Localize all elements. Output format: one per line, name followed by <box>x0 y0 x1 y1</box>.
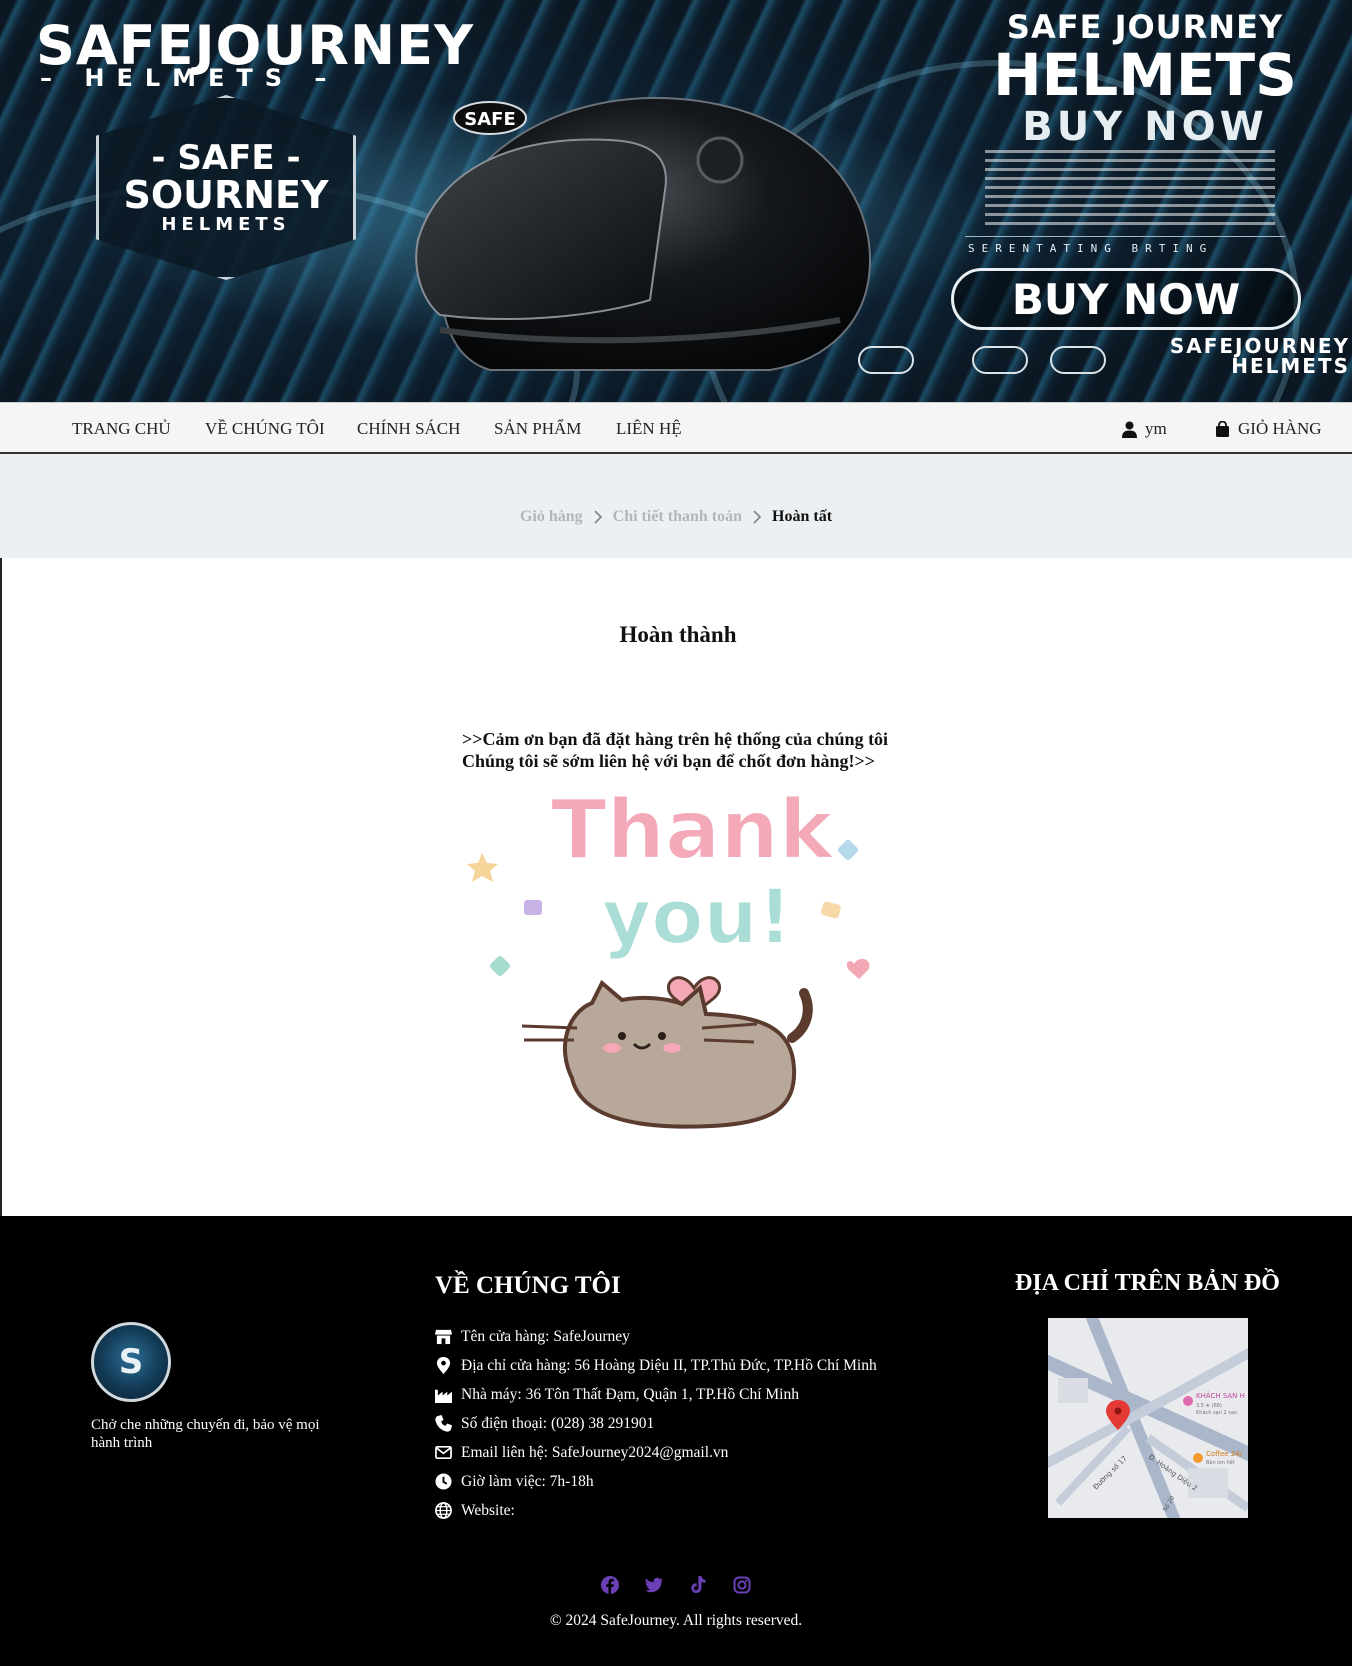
factory-icon <box>435 1389 452 1403</box>
about-text: Website: <box>461 1501 515 1519</box>
about-email: Email liên hệ: SafeJourney2024@gmail.vn <box>435 1438 877 1467</box>
about-text: Giờ làm việc: 7h-18h <box>461 1472 594 1490</box>
globe-icon <box>435 1502 452 1519</box>
about-text: Địa chỉ cửa hàng: 56 Hoàng Diệu II, TP.T… <box>461 1356 877 1374</box>
about-text: Số điện thoại: (028) 38 291901 <box>461 1414 655 1432</box>
banner-icon-pill <box>972 346 1028 374</box>
chevron-right-icon <box>594 510 602 524</box>
nav-item-products[interactable]: SẢN PHẨM <box>494 419 581 439</box>
envelope-icon <box>435 1445 452 1460</box>
thank-you-message-line-1: >>Cảm ơn bạn đã đặt hàng trên hệ thống c… <box>462 729 889 749</box>
breadcrumb-step-complete: Hoàn tất <box>772 508 833 525</box>
copyright-text: © 2024 SafeJourney. All rights reserved. <box>549 1612 803 1629</box>
banner-bottom-brand-line-2: HELMETS <box>1231 354 1350 378</box>
order-complete-section: Hoàn thành >>Cảm ơn bạn đã đặt hàng trên… <box>0 558 1352 1216</box>
footer-about-list: Tên cửa hàng: SafeJourney Địa chỉ cửa hà… <box>435 1322 877 1525</box>
footer-about-title: VỀ CHÚNG TÔI <box>435 1272 621 1299</box>
map-label-coffee-sub: Bàn ion hết <box>1206 1459 1235 1466</box>
user-account-link[interactable]: ym <box>1122 419 1167 439</box>
breadcrumb-step-cart[interactable]: Giỏ hàng <box>520 508 583 526</box>
banner-icon-pill <box>1050 346 1106 374</box>
map-label-hotel-sub: Khách sạn 2 sao <box>1196 1409 1237 1416</box>
banner-brand-subtitle-text: HELMETS <box>84 64 295 92</box>
cart-label: GIỎ HÀNG <box>1238 419 1322 438</box>
about-website: Website: <box>435 1496 877 1525</box>
thank-you-message-line-2: Chúng tôi sẽ sớm liên hệ với bạn để chốt… <box>462 751 875 771</box>
hero-banner[interactable]: SAFEJOURNEY – HELMETS – - SAFE - SOURNEY… <box>0 0 1352 402</box>
user-icon <box>1122 421 1137 438</box>
badge-line-3: HELMETS <box>161 214 291 235</box>
main-nav: TRANG CHỦ VỀ CHÚNG TÔI CHÍNH SÁCH SẢN PH… <box>0 402 1352 454</box>
twitter-icon[interactable] <box>645 1576 663 1594</box>
social-links <box>0 1576 1352 1594</box>
map-label-hotel-rating: 3.5 ★ (68) <box>1196 1403 1222 1409</box>
user-name: ym <box>1145 419 1167 438</box>
about-text: Tên cửa hàng: SafeJourney <box>461 1327 630 1345</box>
breadcrumb: Giỏ hàng Chi tiết thanh toán Hoàn tất <box>0 508 1352 526</box>
banner-bottom-brand-line-1: SAFEJOURNEY <box>1169 334 1350 358</box>
helmet-image: SAFE <box>415 96 872 371</box>
facebook-icon[interactable] <box>601 1576 619 1594</box>
thank-you-message: >>Cảm ơn bạn đã đặt hàng trên hệ thống c… <box>462 728 888 772</box>
site-footer: S Chở che những chuyến đi, bảo vệ mọi hà… <box>0 1216 1352 1666</box>
nav-item-home[interactable]: TRANG CHỦ <box>72 419 171 439</box>
location-pin-icon <box>436 1357 451 1374</box>
banner-bottom-brand: SAFEJOURNEY HELMETS <box>1150 336 1350 376</box>
nav-item-contact[interactable]: LIÊN HỆ <box>616 419 682 439</box>
breadcrumb-step-payment[interactable]: Chi tiết thanh toán <box>613 508 742 526</box>
banner-right-line-2: HELMETS <box>993 41 1297 109</box>
about-store-name: Tên cửa hàng: SafeJourney <box>435 1322 877 1351</box>
banner-icon-pill <box>858 346 914 374</box>
about-text: Nhà máy: 36 Tôn Thất Đạm, Quận 1, TP.Hồ … <box>461 1385 799 1403</box>
buy-now-button[interactable]: BUY NOW <box>951 268 1301 330</box>
banner-caps-line: SERENTATING BRTING <box>968 242 1214 255</box>
footer-map-title: ĐỊA CHỈ TRÊN BẢN ĐỒ <box>1015 1270 1280 1296</box>
clock-icon <box>435 1473 452 1490</box>
footer-logo[interactable]: S <box>91 1322 171 1402</box>
shopping-bag-icon <box>1216 421 1229 437</box>
about-text: Email liên hệ: SafeJourney2024@gmail.vn <box>461 1443 729 1461</box>
thank-you-cat-illustration: Thank you! <box>467 782 870 1129</box>
page-title: Hoàn thành <box>619 622 737 647</box>
about-phone: Số điện thoại: (028) 38 291901 <box>435 1409 877 1438</box>
badge-line-1: - SAFE - <box>151 138 301 178</box>
about-factory: Nhà máy: 36 Tôn Thất Đạm, Quận 1, TP.Hồ … <box>435 1380 877 1409</box>
nav-item-about[interactable]: VỀ CHÚNG TÔI <box>205 419 325 439</box>
nav-item-policy[interactable]: CHÍNH SÁCH <box>357 419 460 439</box>
store-icon <box>435 1329 452 1345</box>
phone-icon <box>435 1415 452 1432</box>
footer-tagline: Chở che những chuyến đi, bảo vệ mọi hành… <box>91 1417 320 1451</box>
checkout-steps-band: Giỏ hàng Chi tiết thanh toán Hoàn tất <box>0 454 1352 558</box>
store-location-map[interactable]: KHÁCH SẠN H 3.5 ★ (68) Khách sạn 2 sao C… <box>1048 1318 1248 1518</box>
helmet-logo-text: SAFE <box>464 109 516 130</box>
footer-logo-letter: S <box>118 1342 144 1382</box>
badge-line-2: SOURNEY <box>123 173 329 217</box>
about-hours: Giờ làm việc: 7h-18h <box>435 1467 877 1496</box>
banner-fine-print <box>985 150 1275 225</box>
banner-divider <box>965 236 1285 237</box>
art-word-thank: Thank <box>551 783 836 878</box>
map-label-coffee: Coffee 24/ <box>1206 1450 1243 1458</box>
chevron-right-icon <box>753 510 762 524</box>
banner-brand-subtitle: – HELMETS – <box>40 64 339 92</box>
cart-link[interactable]: GIỎ HÀNG <box>1215 419 1322 439</box>
map-label-hotel: KHÁCH SẠN H <box>1196 1391 1245 1400</box>
banner-right-copy: SAFE JOURNEY HELMETS BUY NOW <box>960 8 1330 150</box>
tiktok-icon[interactable] <box>689 1576 707 1594</box>
banner-right-line-3: BUY NOW <box>1022 104 1268 150</box>
art-word-you: you! <box>602 872 793 961</box>
about-address: Địa chỉ cửa hàng: 56 Hoàng Diệu II, TP.T… <box>435 1351 877 1380</box>
instagram-icon[interactable] <box>733 1576 751 1594</box>
